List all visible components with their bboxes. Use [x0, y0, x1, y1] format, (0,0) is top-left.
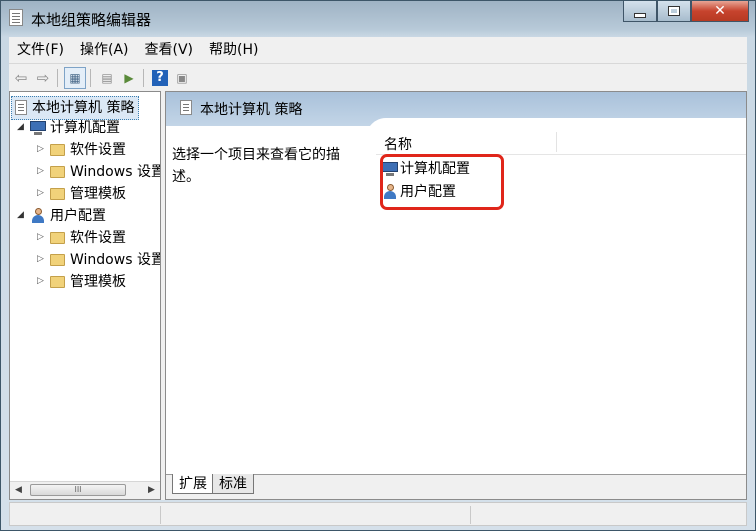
description-text: 选择一个项目来查看它的描述。: [172, 147, 340, 185]
details-list: 名称 计算机配置 用户配置: [376, 130, 746, 473]
policy-document-icon: [15, 100, 27, 115]
gpedit-window: 本地组策略编辑器 ✕ 文件(F) 操作(A) 查看(V) 帮助(H) ⇦ ⇨ ▦…: [0, 0, 756, 531]
column-name-header[interactable]: 名称: [384, 134, 412, 154]
folder-icon: [50, 166, 65, 178]
details-header: 本地计算机 策略: [166, 92, 746, 158]
show-action-pane-button[interactable]: ▣: [172, 68, 192, 88]
menu-help[interactable]: 帮助(H): [201, 38, 266, 62]
forward-button[interactable]: ⇨: [33, 68, 53, 88]
toolbar-separator: [57, 68, 58, 87]
collapse-arrow-icon[interactable]: ◢: [17, 122, 24, 132]
policy-document-icon: [180, 100, 192, 115]
status-separator: [160, 506, 161, 524]
toolbar: ⇦ ⇨ ▦ ▤ ▶ ? ▣: [9, 63, 747, 91]
menu-view[interactable]: 查看(V): [137, 38, 202, 62]
tree-item-label: 软件设置: [70, 230, 126, 246]
toolbar-separator: [143, 68, 144, 87]
folder-icon: [50, 276, 65, 288]
tree-item-windows-settings[interactable]: Windows 设置: [50, 161, 161, 183]
tree-item-software-settings[interactable]: 软件设置: [50, 227, 126, 249]
tree-item-label: 用户配置: [50, 208, 106, 224]
horizontal-scrollbar[interactable]: ◀ III ▶: [10, 481, 160, 499]
export-list-icon: ▶: [124, 70, 134, 85]
tree-item-user-config[interactable]: 用户配置: [30, 205, 106, 227]
details-pane: 本地计算机 策略 选择一个项目来查看它的描述。 名称 计算机配置 用户配置 扩展…: [165, 91, 747, 500]
tree-item-label: Windows 设置: [70, 252, 161, 268]
expand-arrow-icon[interactable]: ▷: [37, 276, 44, 286]
tree-item-label: 本地计算机 策略: [32, 100, 135, 116]
expand-arrow-icon[interactable]: ▷: [37, 232, 44, 242]
help-button[interactable]: ?: [150, 68, 170, 88]
toolbar-separator: [90, 68, 91, 87]
action-pane-icon: ▣: [176, 70, 188, 85]
export-list-button[interactable]: ▶: [119, 68, 139, 88]
expand-arrow-icon[interactable]: ▷: [37, 188, 44, 198]
details-title: 本地计算机 策略: [200, 102, 303, 118]
forward-arrow-icon: ⇨: [36, 68, 50, 87]
tree-item-admin-templates[interactable]: 管理模板: [50, 183, 126, 205]
client-area: 本地计算机 策略 ◢ 计算机配置 ▷ 软件设置 ▷ Windows 设置 ▷ 管…: [9, 91, 747, 500]
properties-button[interactable]: ▤: [97, 68, 117, 88]
scroll-left-icon[interactable]: ◀: [10, 482, 27, 499]
minimize-icon: [634, 12, 646, 18]
tree-item-software-settings[interactable]: 软件设置: [50, 139, 126, 161]
collapse-arrow-icon[interactable]: ◢: [17, 210, 24, 220]
status-separator: [470, 506, 471, 524]
close-icon: ✕: [714, 3, 726, 19]
properties-icon: ▤: [101, 70, 113, 85]
scrollbar-thumb[interactable]: III: [30, 484, 126, 496]
red-highlight-annotation: [380, 154, 504, 210]
tab-standard[interactable]: 标准: [212, 474, 254, 494]
console-tree-icon: ▦: [69, 70, 81, 85]
status-bar: [9, 502, 747, 526]
expand-arrow-icon[interactable]: ▷: [37, 166, 44, 176]
help-icon: ?: [152, 69, 168, 86]
maximize-icon: [668, 6, 680, 16]
caption-buttons: ✕: [623, 1, 749, 22]
menu-action[interactable]: 操作(A): [72, 38, 137, 62]
tab-extended[interactable]: 扩展: [172, 474, 214, 494]
tree-item-computer-config[interactable]: 计算机配置: [30, 117, 120, 139]
list-column-header: 名称: [376, 130, 746, 155]
menu-bar: 文件(F) 操作(A) 查看(V) 帮助(H): [9, 37, 747, 63]
column-divider[interactable]: [556, 132, 557, 152]
minimize-button[interactable]: [623, 1, 657, 22]
tree-item-label: 管理模板: [70, 186, 126, 202]
expand-arrow-icon[interactable]: ▷: [37, 254, 44, 264]
window-title: 本地组策略编辑器: [31, 11, 152, 29]
folder-icon: [50, 232, 65, 244]
title-bar[interactable]: 本地组策略编辑器 ✕: [1, 1, 755, 35]
computer-icon: [30, 121, 46, 135]
tree-item-label: Windows 设置: [70, 164, 161, 180]
show-hide-tree-button[interactable]: ▦: [64, 66, 86, 89]
close-button[interactable]: ✕: [691, 1, 749, 22]
back-button[interactable]: ⇦: [11, 68, 31, 88]
folder-icon: [50, 144, 65, 156]
expand-arrow-icon[interactable]: ▷: [37, 144, 44, 154]
view-tabs: 扩展 标准: [166, 474, 746, 499]
menu-file[interactable]: 文件(F): [9, 38, 72, 62]
tree-item-windows-settings[interactable]: Windows 设置: [50, 249, 161, 271]
user-icon: [30, 208, 46, 223]
tree-item-admin-templates[interactable]: 管理模板: [50, 271, 126, 293]
tree-item-label: 计算机配置: [50, 120, 120, 136]
tree-item-label: 软件设置: [70, 142, 126, 158]
tree-item-label: 管理模板: [70, 274, 126, 290]
policy-document-icon: [9, 9, 23, 26]
folder-icon: [50, 254, 65, 266]
scroll-right-icon[interactable]: ▶: [143, 482, 160, 499]
console-tree: 本地计算机 策略 ◢ 计算机配置 ▷ 软件设置 ▷ Windows 设置 ▷ 管…: [9, 91, 161, 500]
back-arrow-icon: ⇦: [14, 68, 28, 87]
folder-icon: [50, 188, 65, 200]
maximize-button[interactable]: [657, 1, 691, 22]
